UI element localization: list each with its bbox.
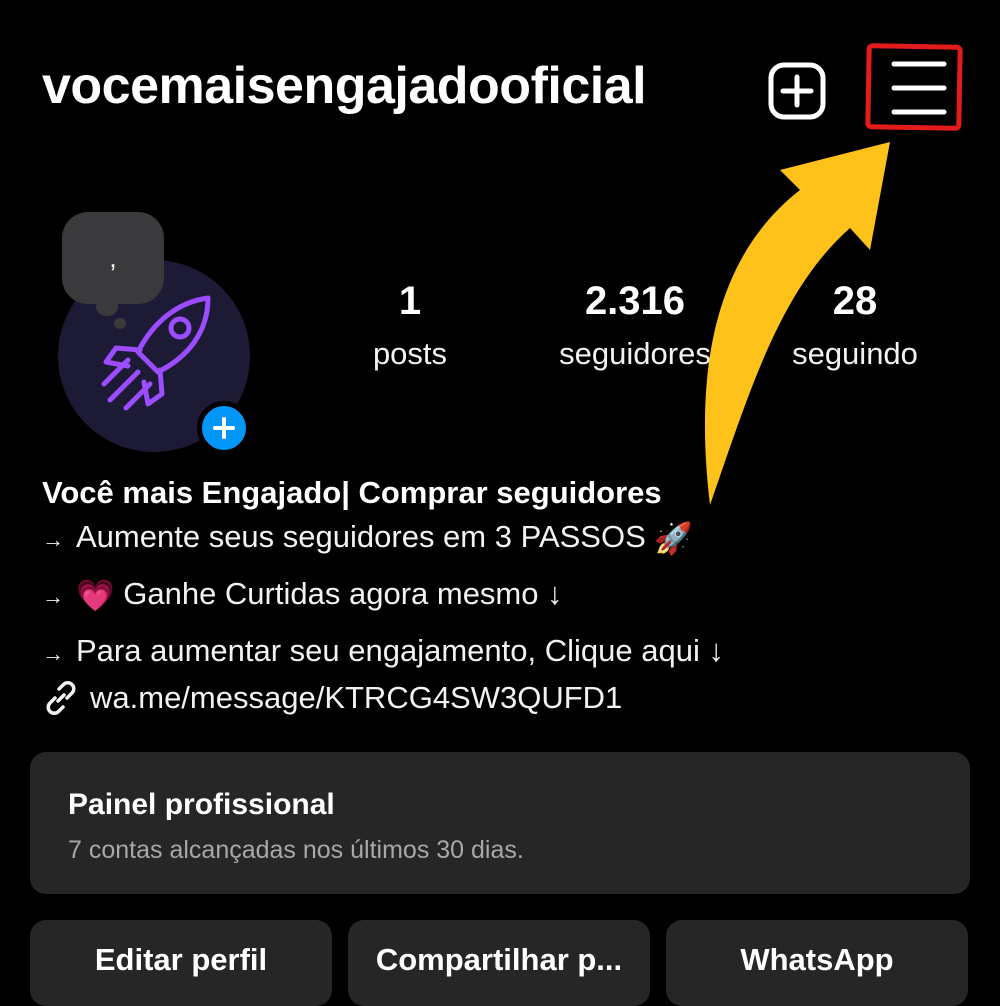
bio-line-2-text: Ganhe Curtidas agora mesmo ↓ [123,576,563,611]
bio-arrow: → [42,584,64,609]
annotation-arrow-icon [704,142,890,505]
professional-dashboard-panel[interactable]: Painel profissional 7 contas alcançadas … [30,752,970,894]
plus-square-icon [768,62,826,120]
bio-arrow: → [42,641,64,666]
new-post-button[interactable] [768,62,826,120]
note-bubble-tail-small [114,318,126,329]
posts-count: 1 [398,279,422,323]
rocket-emoji-icon: 🚀 [654,521,694,557]
edit-profile-button[interactable]: Editar perfil [30,920,332,1006]
share-profile-button[interactable]: Compartilhar p... [348,920,650,1006]
heart-emoji-icon: 💗 [76,578,115,614]
bio-link-text[interactable]: wa.me/message/KTRCG4SW3QUFD1 [90,680,622,716]
bio-line-2: → 💗 Ganhe Curtidas agora mesmo ↓ [42,576,563,614]
bio-link[interactable]: wa.me/message/KTRCG4SW3QUFD1 [42,679,622,717]
bio-line-1: → Aumente seus seguidores em 3 PASSOS 🚀 [42,519,693,557]
plus-icon [213,417,235,439]
stat-posts[interactable]: 1 posts [350,278,470,374]
link-icon [46,681,76,715]
bio-line-3: → Para aumentar seu engajamento, Clique a… [42,633,724,669]
bio-line-3-text: Para aumentar seu engajamento, Clique aq… [76,633,724,668]
posts-label: posts [372,336,448,371]
pro-panel-title: Painel profissional [68,788,335,821]
note-bubble[interactable]: , [62,212,164,304]
add-story-button[interactable] [197,401,251,455]
note-bubble-tail [96,298,118,316]
pro-panel-subtitle: 7 contas alcançadas nos últimos 30 dias. [68,836,524,864]
whatsapp-button[interactable]: WhatsApp [666,920,968,1006]
note-text: , [109,242,117,273]
bio-line-1-text: Aumente seus seguidores em 3 PASSOS [76,519,646,554]
menu-highlight-annotation [865,43,963,131]
profile-username[interactable]: vocemaisengajadooficial [42,56,647,116]
bio-arrow: → [42,527,64,552]
bio-name: Você mais Engajado| Comprar seguidores [42,475,662,510]
